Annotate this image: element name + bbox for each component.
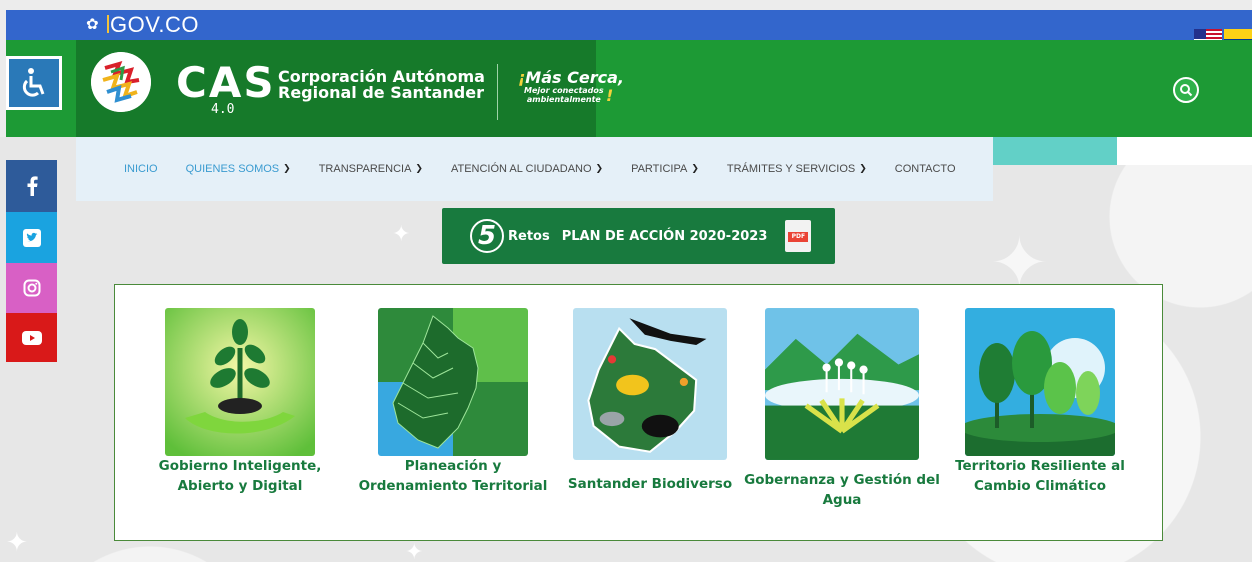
header-divider [497,64,498,120]
plant-in-hand-icon [165,308,315,456]
search-button[interactable] [1173,77,1199,103]
card-gobierno-inteligente[interactable]: Gobierno Inteligente, Abierto y Digital [140,308,340,496]
card-label: Santander Biodiverso [567,476,733,492]
plan-de-accion-button[interactable]: 5 Retos PLAN DE ACCIÓN 2020-2023 PDF [442,208,835,264]
nav-filler [1117,137,1252,165]
main-nav: INICIO QUIENES SOMOS ❯ TRANSPARENCIA ❯ ATE… [76,137,993,201]
biodiversity-icon [573,308,727,460]
nav-item-contacto[interactable]: CONTACTO [895,163,956,175]
pdf-tag: PDF [788,232,809,242]
nav-item-tramites[interactable]: TRÁMITES Y SERVICIOS ❯ [727,163,867,175]
nav-accent [993,137,1117,165]
sparkle-icon: ✦ [405,540,424,562]
card-planeacion[interactable]: Planeación y Ordenamiento Territorial [353,308,553,496]
accessibility-button[interactable] [6,56,62,110]
slogan-main: ¡Más Cerca, [518,68,624,87]
forest-icon [965,308,1115,456]
pdf-icon: PDF [785,220,812,252]
slogan-sub: Mejor conectados ambientalmente [524,86,604,104]
gov-co-bar: ✿ GOV.CO [6,10,1252,40]
water-frailejon-icon [765,308,919,460]
instagram-link[interactable] [6,263,57,313]
twitter-icon [22,228,41,247]
gov-separator [107,15,109,33]
search-icon [1180,84,1193,97]
card-label: Gobierno Inteligente, Abierto y Digital [158,458,322,494]
slogan-sub-line2: ambientalmente [526,95,601,104]
gov-co-link[interactable]: GOV.CO [110,12,199,38]
youtube-link[interactable] [6,313,57,362]
cas-logo[interactable] [91,52,151,112]
youtube-icon [21,330,42,345]
slogan-main-text: Más Cerca, [525,68,624,87]
slogan-exclamation: ! [606,86,614,105]
org-name-line2: Regional de Santander [278,83,484,102]
twitter-link[interactable] [6,212,57,263]
nav-item-atencion[interactable]: ATENCIÓN AL CIUDADANO ❯ [451,163,603,175]
chevron-down-icon: ❯ [691,164,699,174]
retos-number-badge: 5 [470,219,504,253]
facebook-icon [27,176,38,196]
nav-item-inicio[interactable]: INICIO [124,163,158,175]
retos-cards-container: Gobierno Inteligente, Abierto y Digital P… [114,284,1163,541]
chevron-down-icon: ❯ [283,164,291,174]
sparkle-icon: ✦ [6,528,28,558]
santander-map-icon [378,308,528,456]
nav-item-quienes-somos[interactable]: QUIENES SOMOS ❯ [186,163,291,175]
nav-item-participa[interactable]: PARTICIPA ❯ [631,163,699,175]
retos-label: Retos [508,228,550,244]
card-gobernanza-agua[interactable]: Gobernanza y Gestión del Agua [742,308,942,510]
card-label: Planeación y Ordenamiento Territorial [358,458,548,494]
nav-item-transparencia[interactable]: TRANSPARENCIA ❯ [319,163,423,175]
card-label: Gobernanza y Gestión del Agua [744,472,940,508]
org-name: Corporación Autónoma Regional de Santand… [278,69,485,101]
card-biodiverso[interactable]: Santander Biodiverso [550,308,750,494]
instagram-icon [23,279,40,297]
card-territorio-resiliente[interactable]: Territorio Resiliente al Cambio Climático [940,308,1140,496]
facebook-link[interactable] [6,160,57,212]
card-label: Territorio Resiliente al Cambio Climático [955,458,1125,494]
chevron-down-icon: ❯ [415,164,423,174]
chevron-down-icon: ❯ [859,164,867,174]
plan-title: PLAN DE ACCIÓN 2020-2023 [561,228,768,244]
wheelchair-icon [22,68,45,97]
brand-version: 4.0 [211,102,235,117]
slogan-sub-line1: Mejor conectados [524,86,604,95]
chevron-down-icon: ❯ [595,164,604,174]
brand-name: CAS [176,58,276,107]
sparkle-icon: ✦ [392,222,411,247]
colombia-crest-icon: ✿ [86,15,99,33]
